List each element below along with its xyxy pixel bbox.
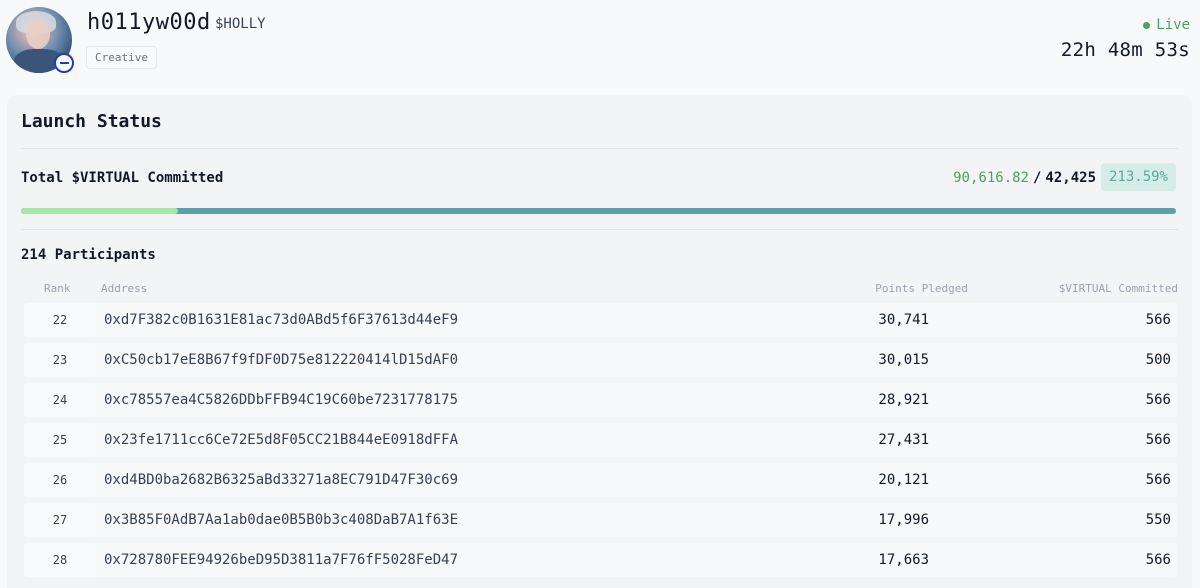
rank-cell: 25 — [24, 423, 96, 457]
live-label: Live — [1156, 17, 1190, 33]
table-row[interactable]: 28 0x728780FEE94926beD95D3811a7F76fF5028… — [24, 543, 1177, 577]
points-cell: 20,121 — [878, 472, 929, 488]
address-cell[interactable]: 0x728780FEE94926beD95D3811a7F76fF5028FeD… — [104, 543, 458, 577]
points-cell: 27,431 — [878, 432, 929, 448]
amount-separator: / — [1032, 170, 1042, 186]
rank-cell: 24 — [24, 383, 96, 417]
token-ticker: $HOLLY — [215, 16, 266, 32]
address-cell[interactable]: 0x23fe1711cc6Ce72E5d8F05CC21B844eE0918dF… — [104, 423, 458, 457]
rank-cell: 26 — [24, 463, 96, 497]
address-cell[interactable]: 0x3B85F0AdB7Aa1ab0dae0B5B0b3c408DaB7A1f6… — [104, 503, 458, 537]
address-cell[interactable]: 0xd7F382c0B1631E81ac73d0ABd5f6F37613d44e… — [104, 303, 458, 337]
live-dot-icon — [1143, 21, 1151, 29]
points-cell: 28,921 — [878, 392, 929, 408]
table-row[interactable]: 24 0xc78557ea4C5826DDbFFB94C19C60be72317… — [24, 383, 1177, 417]
points-cell: 30,741 — [878, 312, 929, 328]
virtual-cell: 566 — [1145, 432, 1171, 448]
address-cell[interactable]: 0xc78557ea4C5826DDbFFB94C19C60be72317781… — [104, 383, 458, 417]
rank-cell: 23 — [24, 343, 96, 377]
table-row[interactable]: 22 0xd7F382c0B1631E81ac73d0ABd5f6F37613d… — [24, 303, 1177, 337]
participants-count: 214 Participants — [21, 247, 156, 263]
percent-badge: 213.59% — [1100, 163, 1176, 191]
virtual-cell: 566 — [1145, 312, 1171, 328]
launch-status-card: Launch Status Total $VIRTUAL Committed 9… — [7, 95, 1192, 588]
rank-cell: 22 — [24, 303, 96, 337]
points-cell: 17,663 — [878, 552, 929, 568]
table-row[interactable]: 23 0xC50cb17eE8B67f9fDF0D75e812220414lD1… — [24, 343, 1177, 377]
address-cell[interactable]: 0xC50cb17eE8B67f9fDF0D75e812220414lD15dA… — [104, 343, 458, 377]
total-committed-values: 90,616.82/42,425 — [953, 170, 1096, 186]
points-cell: 30,015 — [878, 352, 929, 368]
virtual-cell: 500 — [1145, 352, 1171, 368]
token-avatar[interactable] — [6, 7, 74, 73]
participants-table: 22 0xd7F382c0B1631E81ac73d0ABd5f6F37613d… — [24, 303, 1177, 583]
minus-circle-icon — [54, 53, 74, 73]
virtual-cell: 550 — [1145, 512, 1171, 528]
header-virtual: $VIRTUAL Committed — [1058, 282, 1178, 295]
address-cell[interactable]: 0xd4BD0ba2682B6325aBd33271a8EC791D47F30c… — [104, 463, 458, 497]
total-committed-label: Total $VIRTUAL Committed — [21, 170, 224, 186]
rank-cell: 27 — [24, 503, 96, 537]
virtual-cell: 566 — [1145, 472, 1171, 488]
live-status: Live — [1143, 17, 1190, 33]
points-cell: 17,996 — [878, 512, 929, 528]
card-title: Launch Status — [21, 111, 162, 132]
token-header: h011yw00d $HOLLY Creative Live 22h 48m 5… — [0, 0, 1200, 92]
header-points: Points Pledged — [875, 282, 968, 295]
divider — [21, 229, 1178, 230]
progress-fill — [21, 208, 178, 214]
category-tag[interactable]: Creative — [86, 46, 157, 69]
virtual-cell: 566 — [1145, 392, 1171, 408]
table-row[interactable]: 27 0x3B85F0AdB7Aa1ab0dae0B5B0b3c408DaB7A… — [24, 503, 1177, 537]
table-row[interactable]: 25 0x23fe1711cc6Ce72E5d8F05CC21B844eE091… — [24, 423, 1177, 457]
countdown-timer: 22h 48m 53s — [1060, 39, 1190, 61]
target-amount: 42,425 — [1045, 170, 1096, 186]
divider — [21, 148, 1178, 149]
virtual-cell: 566 — [1145, 552, 1171, 568]
token-name: h011yw00d — [87, 10, 211, 35]
commit-progress-bar — [21, 208, 1176, 214]
committed-amount: 90,616.82 — [953, 170, 1029, 186]
header-address: Address — [101, 282, 148, 295]
rank-cell: 28 — [24, 543, 96, 577]
table-row[interactable]: 26 0xd4BD0ba2682B6325aBd33271a8EC791D47F… — [24, 463, 1177, 497]
header-rank: Rank — [44, 282, 71, 295]
